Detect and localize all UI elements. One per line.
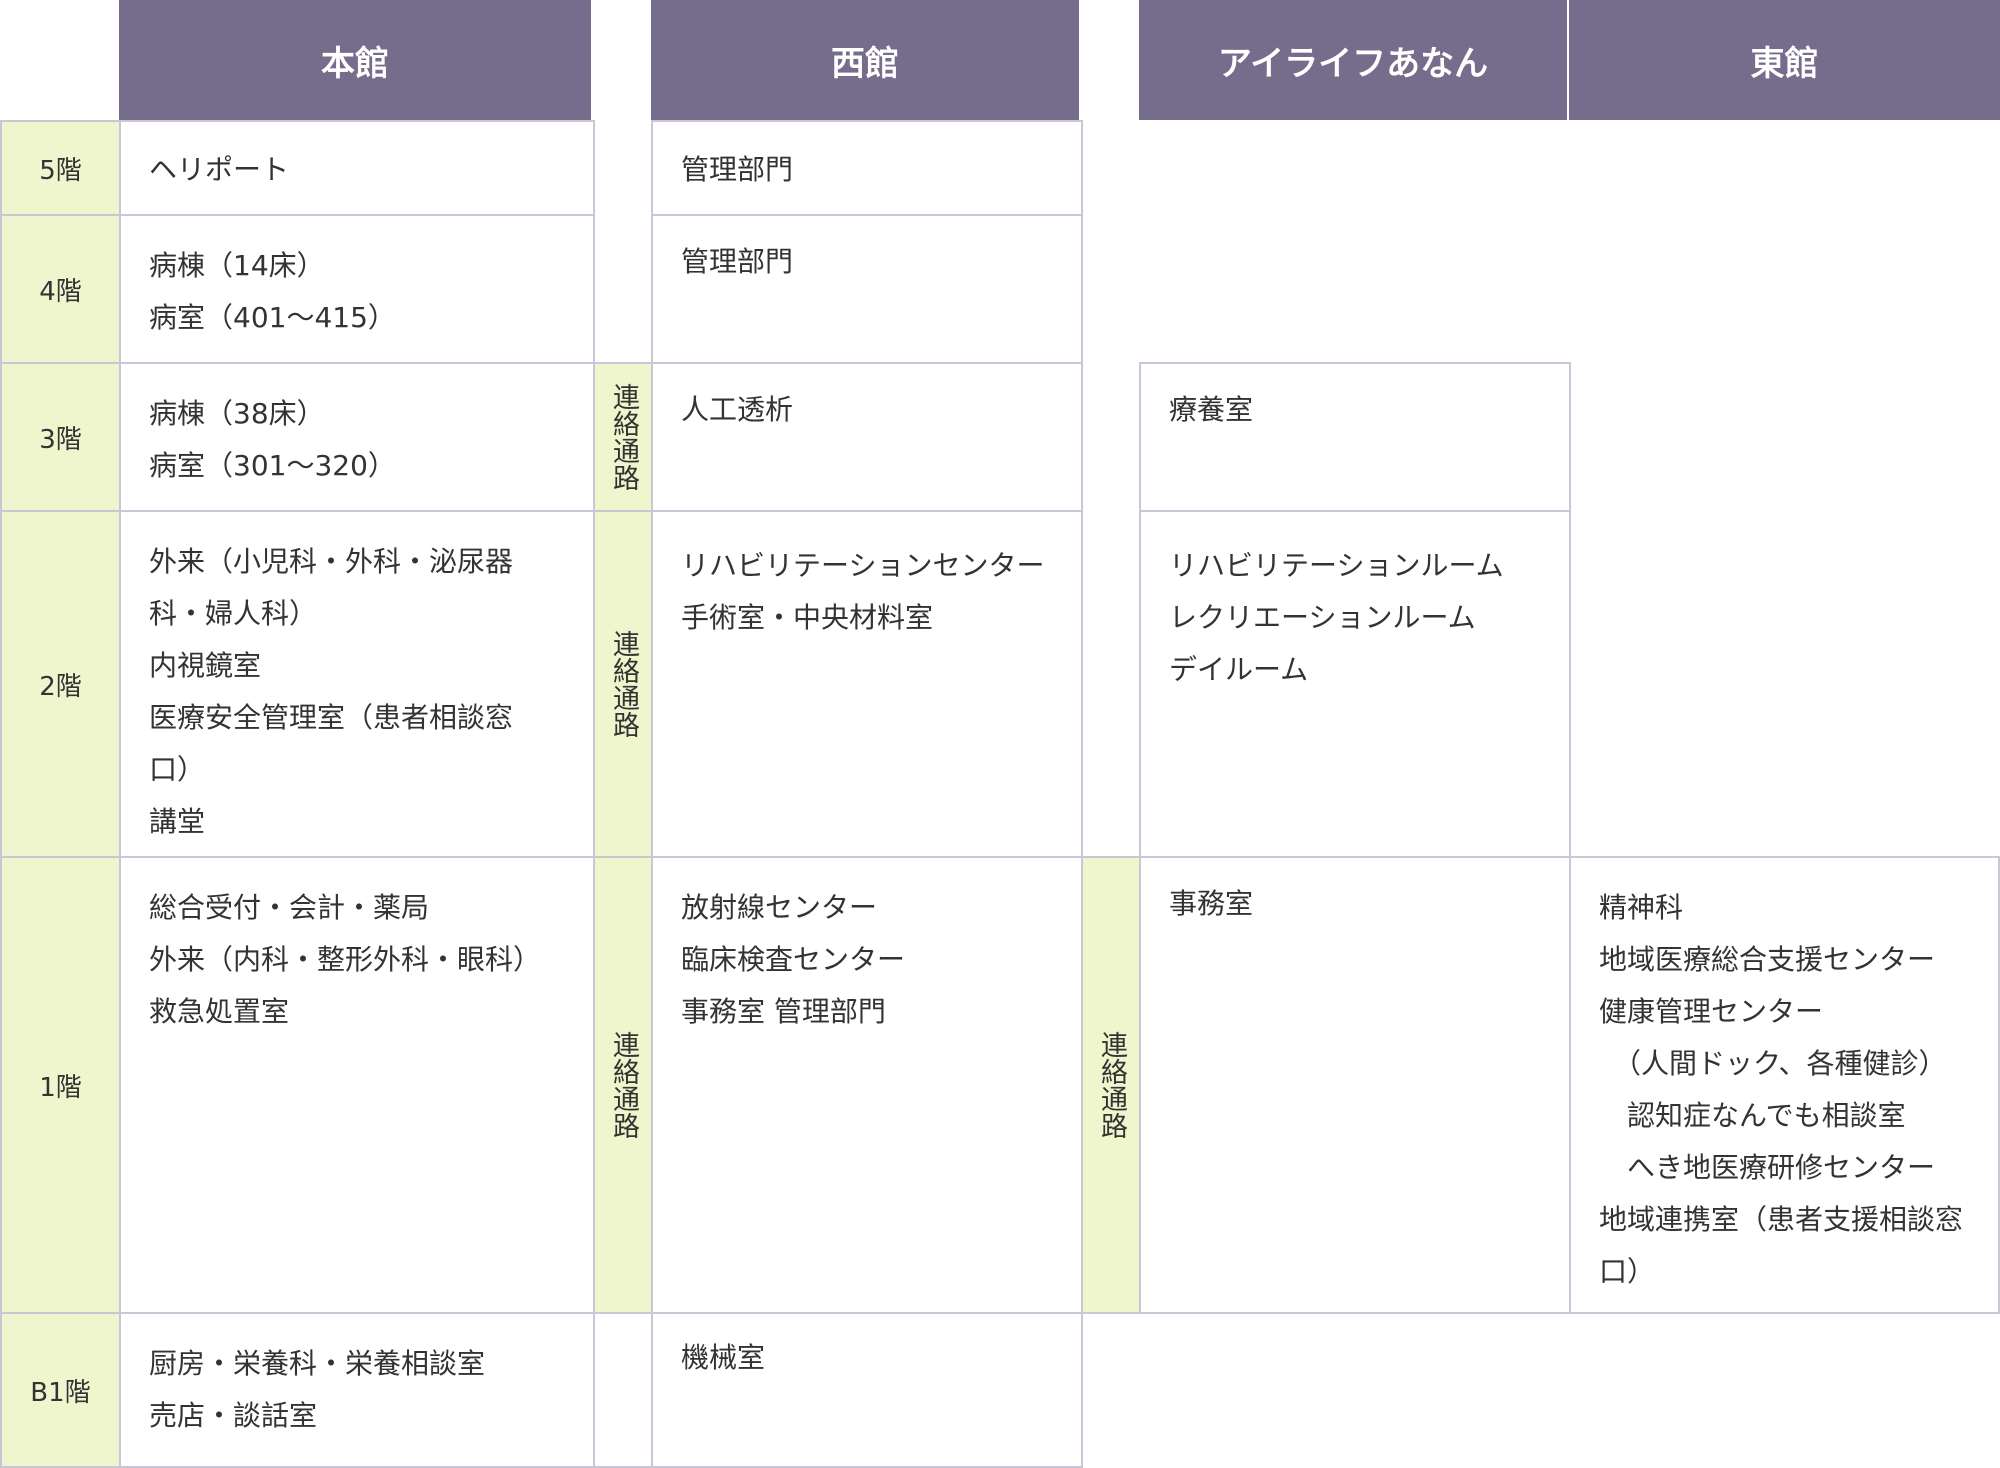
corridor-honkan-nishikan-3f: 連絡通路 [593, 362, 653, 512]
floor-label-4f: 4階 [0, 214, 121, 364]
header-higashikan: 東館 [1569, 0, 2000, 120]
honkan-2f-line-3: 医療安全管理室（患者相談窓 [149, 701, 514, 734]
higashikan-1f-line-7: 口） [1599, 1255, 1656, 1288]
header-nishikan: 西館 [651, 0, 1081, 120]
ailife-2f: リハビリテーションルーム レクリエーションルーム デイルーム [1139, 510, 1571, 858]
nishikan-2f-line-0: リハビリテーションセンター [681, 549, 1045, 582]
header-honkan: 本館 [119, 0, 593, 120]
honkan-5f: ヘリポート [119, 120, 595, 216]
higashikan-1f-line-0: 精神科 [1599, 891, 1684, 924]
header-nishikan-label: 西館 [831, 43, 899, 84]
honkan-1f-line-1: 外来（内科・整形外科・眼科） [149, 943, 542, 976]
corridor-label: 連絡通路 [608, 383, 639, 491]
honkan-2f-line-5: 講堂 [149, 805, 206, 838]
honkan-b1f: 厨房・栄養科・栄養相談室 売店・談話室 [119, 1312, 595, 1468]
floor-3f-text: 3階 [39, 424, 82, 455]
honkan-3f-line-1: 病室（301〜320） [149, 449, 396, 482]
ailife-1f-line-0: 事務室 [1169, 887, 1254, 920]
honkan-b1f-line-0: 厨房・栄養科・栄養相談室 [149, 1347, 486, 1380]
nishikan-2f: リハビリテーションセンター 手術室・中央材料室 [651, 510, 1083, 858]
nishikan-5f-line-0: 管理部門 [681, 153, 794, 186]
nishikan-4f: 管理部門 [651, 214, 1083, 364]
honkan-2f-line-4: 口） [149, 753, 206, 786]
honkan-4f-line-0: 病棟（14床） [149, 249, 325, 282]
corridor-label: 連絡通路 [608, 630, 639, 738]
higashikan-1f: 精神科 地域医療総合支援センター 健康管理センター （人間ドック、各種健診） 認… [1569, 856, 2000, 1314]
header-higashikan-label: 東館 [1750, 43, 1819, 84]
nishikan-3f: 人工透析 [651, 362, 1083, 512]
honkan-3f: 病棟（38床） 病室（301〜320） [119, 362, 595, 512]
nishikan-4f-line-0: 管理部門 [681, 245, 794, 278]
corridor-label: 連絡通路 [608, 1031, 639, 1139]
nishikan-1f-line-0: 放射線センター [681, 891, 878, 924]
nishikan-1f-line-1: 臨床検査センター [681, 943, 906, 976]
ailife-2f-line-0: リハビリテーションルーム [1169, 549, 1504, 582]
nishikan-b1f-line-0: 機械室 [681, 1341, 766, 1374]
honkan-2f-line-0: 外来（小児科・外科・泌尿器 [149, 545, 514, 578]
honkan-5f-line-0: ヘリポート [149, 153, 290, 186]
header-honkan-label: 本館 [321, 43, 389, 84]
higashikan-1f-line-4: 認知症なんでも相談室 [1599, 1099, 1906, 1132]
higashikan-1f-line-3: （人間ドック、各種健診） [1599, 1047, 1947, 1080]
nishikan-2f-line-1: 手術室・中央材料室 [681, 601, 934, 634]
nishikan-1f-line-2: 事務室 管理部門 [681, 995, 886, 1028]
honkan-2f-line-1: 科・婦人科） [149, 597, 318, 630]
floor-1f-text: 1階 [39, 1072, 82, 1103]
header-ailife-label: アイライフあなん [1217, 43, 1489, 84]
corridor-honkan-nishikan-1f: 連絡通路 [593, 856, 653, 1314]
honkan-3f-line-0: 病棟（38床） [149, 397, 325, 430]
floor-label-2f: 2階 [0, 510, 121, 858]
floor-label-b1f: B1階 [0, 1312, 121, 1468]
corridor-label: 連絡通路 [1096, 1031, 1127, 1139]
higashikan-1f-line-2: 健康管理センター [1599, 995, 1824, 1028]
header-ailife: アイライフあなん [1139, 0, 1569, 120]
nishikan-5f: 管理部門 [651, 120, 1083, 216]
higashikan-1f-line-1: 地域医療総合支援センター [1599, 943, 1936, 976]
honkan-1f-line-0: 総合受付・会計・薬局 [149, 891, 430, 924]
floor-b1f-text: B1階 [30, 1377, 91, 1408]
ailife-1f: 事務室 [1139, 856, 1571, 1314]
honkan-1f-line-2: 救急処置室 [149, 995, 290, 1028]
ailife-3f: 療養室 [1139, 362, 1571, 512]
floor-4f-text: 4階 [39, 276, 82, 307]
ailife-3f-line-0: 療養室 [1169, 393, 1254, 426]
nishikan-b1f: 機械室 [651, 1312, 1083, 1468]
higashikan-1f-line-5: へき地医療研修センター [1599, 1151, 1936, 1184]
corridor-nishikan-ailife-1f: 連絡通路 [1081, 856, 1141, 1314]
floor-label-1f: 1階 [0, 856, 121, 1314]
ailife-2f-line-1: レクリエーションルーム [1169, 601, 1476, 634]
honkan-1f: 総合受付・会計・薬局 外来（内科・整形外科・眼科） 救急処置室 [119, 856, 595, 1314]
floor-5f-text: 5階 [39, 155, 82, 186]
honkan-2f: 外来（小児科・外科・泌尿器 科・婦人科） 内視鏡室 医療安全管理室（患者相談窓 … [119, 510, 595, 858]
honkan-4f-line-1: 病室（401〜415） [149, 301, 396, 334]
nishikan-1f: 放射線センター 臨床検査センター 事務室 管理部門 [651, 856, 1083, 1314]
ailife-2f-line-2: デイルーム [1169, 653, 1309, 686]
corridor-gap-b1f [593, 1312, 653, 1468]
nishikan-3f-line-0: 人工透析 [681, 393, 794, 426]
floor-2f-text: 2階 [39, 671, 82, 702]
floor-label-3f: 3階 [0, 362, 121, 512]
corridor-honkan-nishikan-2f: 連絡通路 [593, 510, 653, 858]
honkan-2f-line-2: 内視鏡室 [149, 649, 262, 682]
honkan-4f: 病棟（14床） 病室（401〜415） [119, 214, 595, 364]
floor-label-5f: 5階 [0, 120, 121, 216]
higashikan-1f-line-6: 地域連携室（患者支援相談窓 [1599, 1203, 1964, 1236]
honkan-b1f-line-1: 売店・談話室 [149, 1399, 318, 1432]
